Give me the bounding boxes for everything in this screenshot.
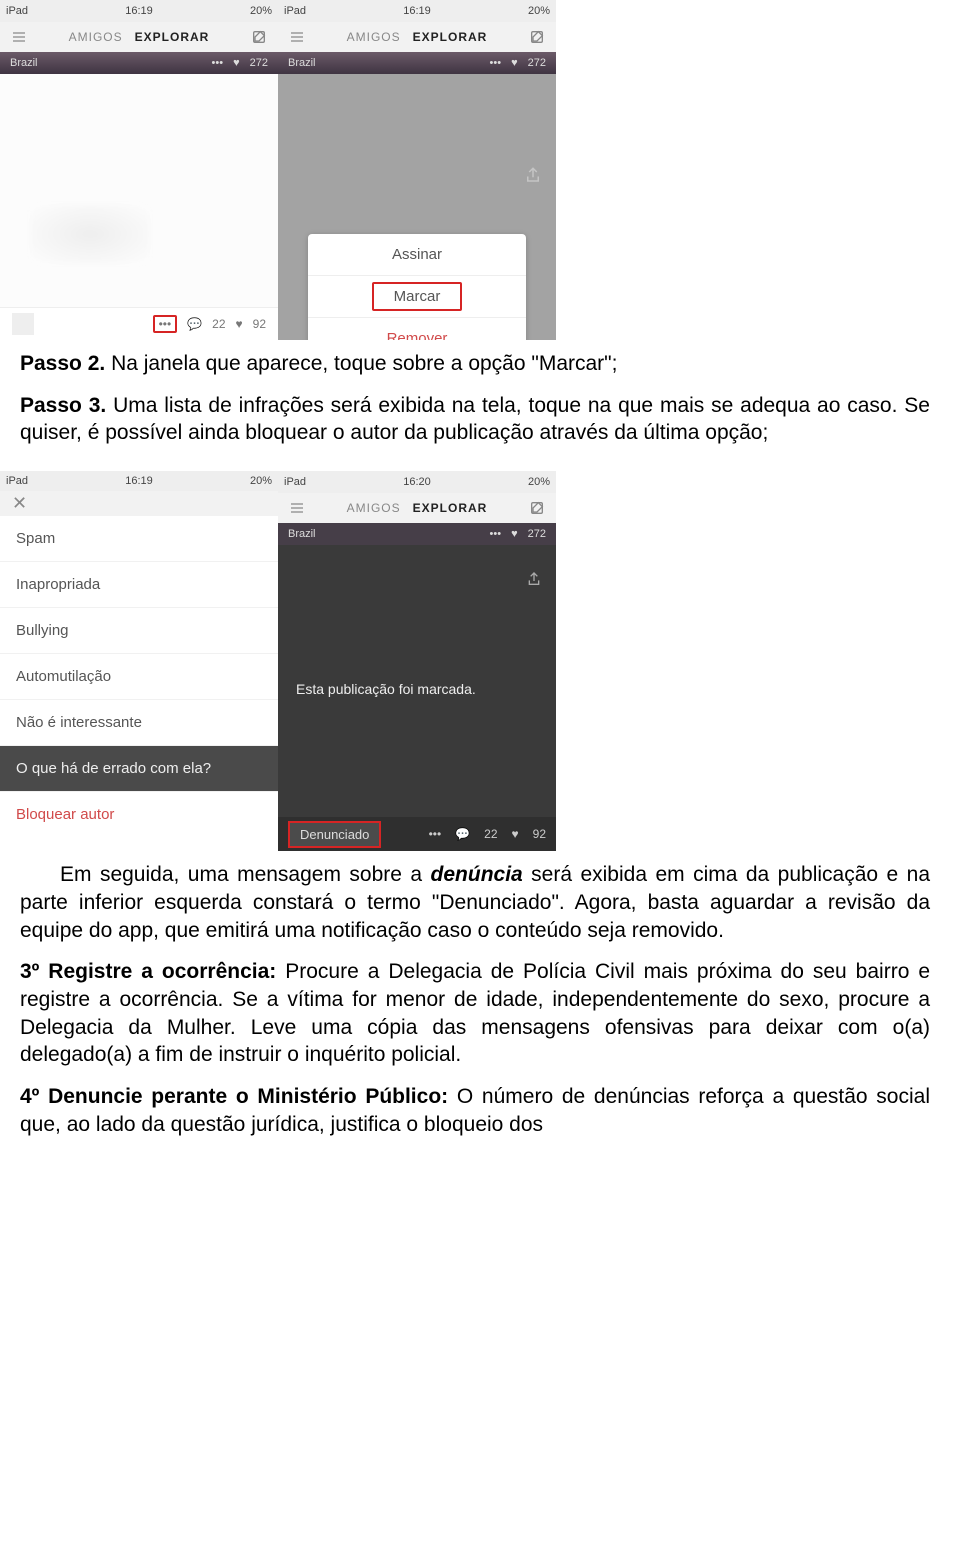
- avatar: [12, 313, 34, 335]
- p1a: Em seguida, uma mensagem sobre a: [60, 863, 431, 886]
- phone-left-2: iPad 16:19 20% ✕ Spam Inapropriada Bully…: [0, 471, 278, 851]
- step-2-label: Passo 2.: [20, 352, 105, 375]
- nav-bar: AMIGOS EXPLORAR: [278, 22, 556, 52]
- menu-marcar-label: Marcar: [372, 282, 463, 311]
- heart-icon[interactable]: ♥: [512, 827, 519, 841]
- heart-icon[interactable]: ♥: [236, 317, 243, 331]
- status-bar: iPad 16:19 20%: [278, 0, 556, 22]
- menu-icon[interactable]: [288, 28, 306, 46]
- nav-bar: AMIGOS EXPLORAR: [0, 22, 278, 52]
- comments-count: 22: [212, 317, 225, 331]
- nav-bar: AMIGOS EXPLORAR: [278, 493, 556, 523]
- step-mp-label: 4º Denuncie perante o Ministério Público…: [20, 1085, 448, 1108]
- views-count: 272: [528, 57, 546, 69]
- more-icon-highlighted[interactable]: •••: [153, 315, 178, 333]
- battery-label: 20%: [250, 475, 272, 487]
- close-icon[interactable]: ✕: [12, 493, 27, 514]
- menu-icon[interactable]: [10, 28, 28, 46]
- device-label: iPad: [284, 5, 306, 17]
- reason-question: O que há de errado com ela?: [0, 746, 278, 792]
- more-icon[interactable]: •••: [429, 827, 442, 841]
- reason-spam[interactable]: Spam: [0, 516, 278, 562]
- more-icon[interactable]: •••: [490, 57, 502, 69]
- device-label: iPad: [6, 5, 28, 17]
- device-label: iPad: [6, 475, 28, 487]
- country-label: Brazil: [10, 57, 38, 69]
- views-count: 272: [528, 528, 546, 540]
- reason-automutilacao[interactable]: Automutilação: [0, 654, 278, 700]
- denunciado-badge: Denunciado: [288, 821, 381, 848]
- country-label: Brazil: [288, 528, 316, 540]
- battery-label: 20%: [528, 476, 550, 488]
- battery-label: 20%: [528, 5, 550, 17]
- heart-icon[interactable]: ♥: [233, 57, 240, 69]
- comment-icon[interactable]: 💬: [455, 827, 470, 841]
- post-body: [0, 74, 278, 307]
- device-label: iPad: [284, 476, 306, 488]
- time-label: 16:19: [403, 5, 431, 17]
- step-registro-label: 3º Registre a ocorrência:: [20, 960, 276, 983]
- menu-assinar[interactable]: Assinar: [308, 234, 526, 276]
- country-label: Brazil: [288, 57, 316, 69]
- compose-icon[interactable]: [250, 28, 268, 46]
- time-label: 16:19: [125, 475, 153, 487]
- phone-right-2: iPad 16:20 20% AMIGOS EXPLORAR Brazil: [278, 471, 556, 851]
- post-header: Brazil ••• ♥ 272: [0, 52, 278, 74]
- blurred-content: [30, 204, 150, 264]
- heart-icon[interactable]: ♥: [511, 528, 518, 540]
- reason-inapropriada[interactable]: Inapropriada: [0, 562, 278, 608]
- time-label: 16:20: [403, 476, 431, 488]
- comment-icon[interactable]: 💬: [187, 317, 202, 331]
- comments-count: 22: [484, 827, 497, 841]
- likes-count: 92: [533, 827, 546, 841]
- screenshot-row-1: iPad 16:19 20% AMIGOS EXPLORAR Brazil: [0, 0, 960, 340]
- battery-label: 20%: [250, 5, 272, 17]
- share-icon[interactable]: [526, 571, 542, 590]
- status-bar: iPad 16:20 20%: [278, 471, 556, 493]
- reason-bullying[interactable]: Bullying: [0, 608, 278, 654]
- share-icon[interactable]: [524, 166, 542, 187]
- document-page: iPad 16:19 20% AMIGOS EXPLORAR Brazil: [0, 0, 960, 1163]
- instruction-text-2: Em seguida, uma mensagem sobre a denúnci…: [0, 851, 960, 1162]
- tab-explorar[interactable]: EXPLORAR: [135, 30, 210, 44]
- tab-amigos[interactable]: AMIGOS: [347, 30, 401, 44]
- compose-icon[interactable]: [528, 28, 546, 46]
- post-header: Brazil ••• ♥ 272: [278, 52, 556, 74]
- tab-amigos[interactable]: AMIGOS: [347, 501, 401, 515]
- menu-icon[interactable]: [288, 499, 306, 517]
- close-row: ✕: [0, 491, 278, 517]
- menu-marcar[interactable]: Marcar: [308, 276, 526, 318]
- phone-left-1: iPad 16:19 20% AMIGOS EXPLORAR Brazil: [0, 0, 278, 340]
- tab-amigos[interactable]: AMIGOS: [69, 30, 123, 44]
- heart-icon[interactable]: ♥: [511, 57, 518, 69]
- denuncia-word: denúncia: [431, 863, 523, 886]
- block-author-button[interactable]: Bloquear autor: [0, 792, 278, 837]
- views-count: 272: [250, 57, 268, 69]
- step-3-text: Uma lista de infrações será exibida na t…: [106, 394, 897, 417]
- screenshot-row-2: iPad 16:19 20% ✕ Spam Inapropriada Bully…: [0, 471, 960, 851]
- reason-nao-interessante[interactable]: Não é interessante: [0, 700, 278, 746]
- menu-remover[interactable]: Remover: [308, 318, 526, 340]
- more-icon[interactable]: •••: [212, 57, 224, 69]
- compose-icon[interactable]: [528, 499, 546, 517]
- post-header: Brazil ••• ♥ 272: [278, 523, 556, 545]
- instruction-text-1: Passo 2. Na janela que aparece, toque so…: [0, 340, 960, 471]
- phone-right-1: iPad 16:19 20% AMIGOS EXPLORAR Brazil: [278, 0, 556, 340]
- likes-count: 92: [253, 317, 266, 331]
- post-footer: ••• 💬 22 ♥ 92: [0, 307, 278, 340]
- status-bar: iPad 16:19 20%: [0, 471, 278, 490]
- post-body-dimmed: Assinar Marcar Remover: [278, 74, 556, 340]
- more-icon[interactable]: •••: [490, 528, 502, 540]
- time-label: 16:19: [125, 5, 153, 17]
- step-3-label: Passo 3.: [20, 394, 106, 417]
- post-footer-dark: Denunciado ••• 💬 22 ♥ 92: [278, 817, 556, 851]
- tab-explorar[interactable]: EXPLORAR: [413, 501, 488, 515]
- status-bar: iPad 16:19 20%: [0, 0, 278, 22]
- step-2-text: Na janela que aparece, toque sobre a opç…: [105, 352, 617, 375]
- tab-explorar[interactable]: EXPLORAR: [413, 30, 488, 44]
- action-sheet: Assinar Marcar Remover: [308, 234, 526, 340]
- flagged-message: Esta publicação foi marcada.: [296, 681, 476, 697]
